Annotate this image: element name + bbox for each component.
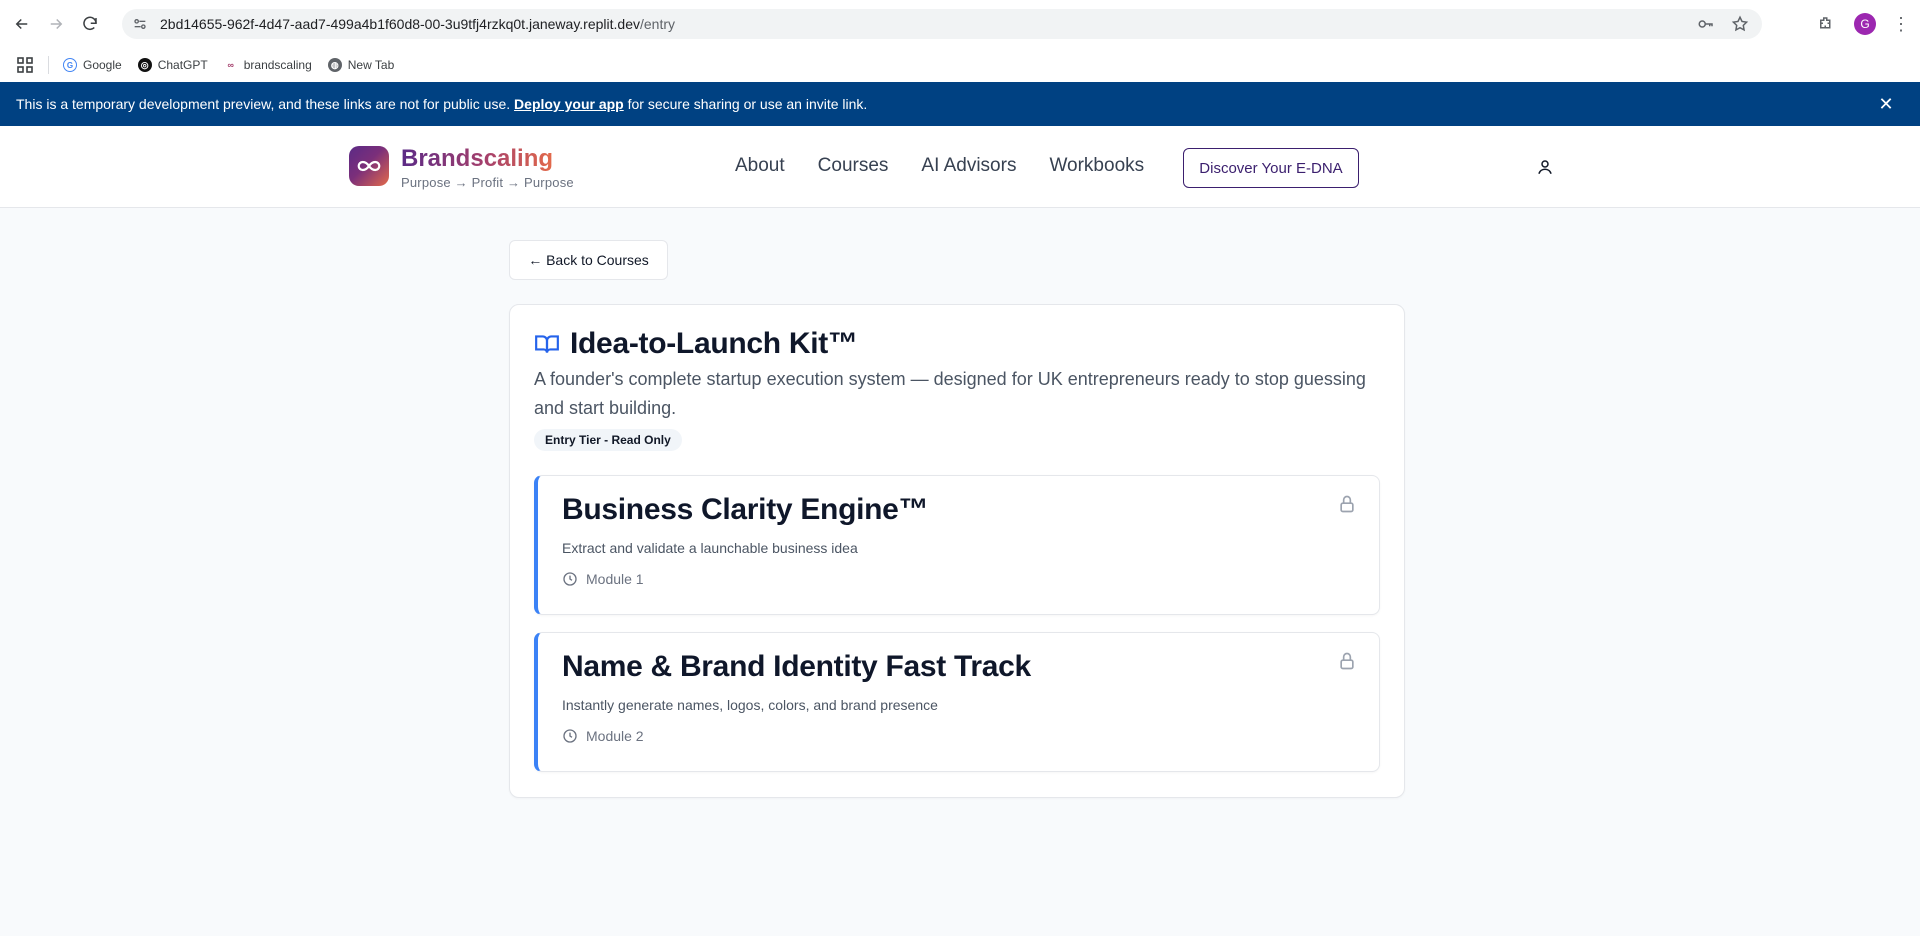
brandscaling-icon: ∞: [227, 60, 234, 70]
address-bar[interactable]: 2bd14655-962f-4d47-aad7-499a4b1f60d8-00-…: [122, 9, 1762, 39]
main-nav: About Courses AI Advisors Workbooks: [735, 155, 1177, 177]
globe-icon: ◍: [327, 58, 342, 72]
module-subtitle: Extract and validate a launchable busine…: [562, 540, 858, 556]
module-meta: Module 2: [562, 728, 644, 744]
chatgpt-icon: ◎: [137, 58, 152, 72]
back-to-courses-button[interactable]: ← Back to Courses: [509, 240, 668, 280]
nav-ai-advisors[interactable]: AI Advisors: [921, 155, 1016, 177]
nav-workbooks[interactable]: Workbooks: [1049, 155, 1144, 177]
module-number: Module 2: [586, 728, 644, 744]
infinity-logo-icon[interactable]: [349, 146, 389, 186]
lock-icon: [1337, 651, 1357, 671]
module-subtitle: Instantly generate names, logos, colors,…: [562, 697, 938, 713]
bookmark-star-icon[interactable]: [1730, 14, 1750, 34]
browser-toolbar: 2bd14655-962f-4d47-aad7-499a4b1f60d8-00-…: [0, 0, 1920, 48]
course-card: Idea-to-Launch Kit™ A founder's complete…: [509, 304, 1405, 798]
password-key-icon[interactable]: [1696, 14, 1716, 34]
tier-badge: Entry Tier - Read Only: [534, 429, 682, 451]
apps-grid-icon[interactable]: [16, 56, 34, 74]
module-card[interactable]: Business Clarity Engine™ Extract and val…: [534, 475, 1380, 615]
bookmark-label: New Tab: [347, 58, 395, 72]
module-meta: Module 1: [562, 571, 644, 587]
module-title: Name & Brand Identity Fast Track: [562, 650, 1031, 683]
brand-tagline: Purpose → Profit → Purpose: [401, 175, 574, 190]
banner-message: This is a temporary development preview,…: [16, 96, 867, 112]
bookmark-label: brandscaling: [243, 58, 312, 72]
bookmark-chatgpt[interactable]: ◎ ChatGPT: [137, 58, 208, 72]
bookmark-google[interactable]: G Google: [63, 58, 122, 72]
back-arrow-icon[interactable]: [10, 12, 34, 36]
course-title: Idea-to-Launch Kit™: [570, 327, 858, 360]
course-header: Idea-to-Launch Kit™: [534, 327, 858, 361]
nav-courses[interactable]: Courses: [818, 155, 889, 177]
nav-about[interactable]: About: [735, 155, 785, 177]
forward-arrow-icon[interactable]: [44, 12, 68, 36]
brand-name[interactable]: Brandscaling: [401, 145, 553, 173]
more-menu-icon[interactable]: ⋮: [1892, 15, 1910, 33]
google-icon: G: [63, 58, 77, 72]
bookmarks-bar: G Google ◎ ChatGPT ∞ brandscaling ◍ New …: [0, 48, 1920, 82]
site-header: Brandscaling Purpose → Profit → Purpose …: [0, 126, 1920, 208]
clock-icon: [562, 571, 578, 587]
profile-avatar[interactable]: G: [1854, 13, 1876, 35]
extensions-puzzle-icon[interactable]: [1814, 12, 1838, 36]
url-host: 2bd14655-962f-4d47-aad7-499a4b1f60d8-00-…: [160, 16, 640, 32]
bookmark-label: Google: [83, 58, 122, 72]
lock-icon: [1337, 494, 1357, 514]
course-description: A founder's complete startup execution s…: [534, 369, 1366, 418]
bookmark-new-tab[interactable]: ◍ New Tab: [327, 58, 395, 72]
deploy-app-link[interactable]: Deploy your app: [514, 96, 624, 112]
module-number: Module 1: [586, 571, 644, 587]
open-book-icon: [534, 331, 560, 357]
site-info-icon[interactable]: [130, 14, 150, 34]
module-title: Business Clarity Engine™: [562, 493, 929, 526]
bookmark-brandscaling[interactable]: ∞ brandscaling: [224, 58, 312, 72]
module-card[interactable]: Name & Brand Identity Fast Track Instant…: [534, 632, 1380, 772]
url-text[interactable]: 2bd14655-962f-4d47-aad7-499a4b1f60d8-00-…: [160, 16, 675, 32]
reload-icon[interactable]: [78, 12, 102, 36]
bookmark-label: ChatGPT: [157, 58, 208, 72]
banner-text-end: for secure sharing or use an invite link…: [623, 96, 868, 112]
clock-icon: [562, 728, 578, 744]
url-path: /entry: [639, 16, 675, 32]
close-icon[interactable]: ✕: [1876, 94, 1896, 114]
discover-edna-button[interactable]: Discover Your E-DNA: [1183, 148, 1359, 188]
dev-preview-banner: This is a temporary development preview,…: [0, 82, 1920, 126]
banner-text: This is a temporary development preview,…: [16, 96, 515, 112]
bookmarks-divider: [48, 56, 49, 74]
user-icon[interactable]: [1536, 158, 1554, 176]
